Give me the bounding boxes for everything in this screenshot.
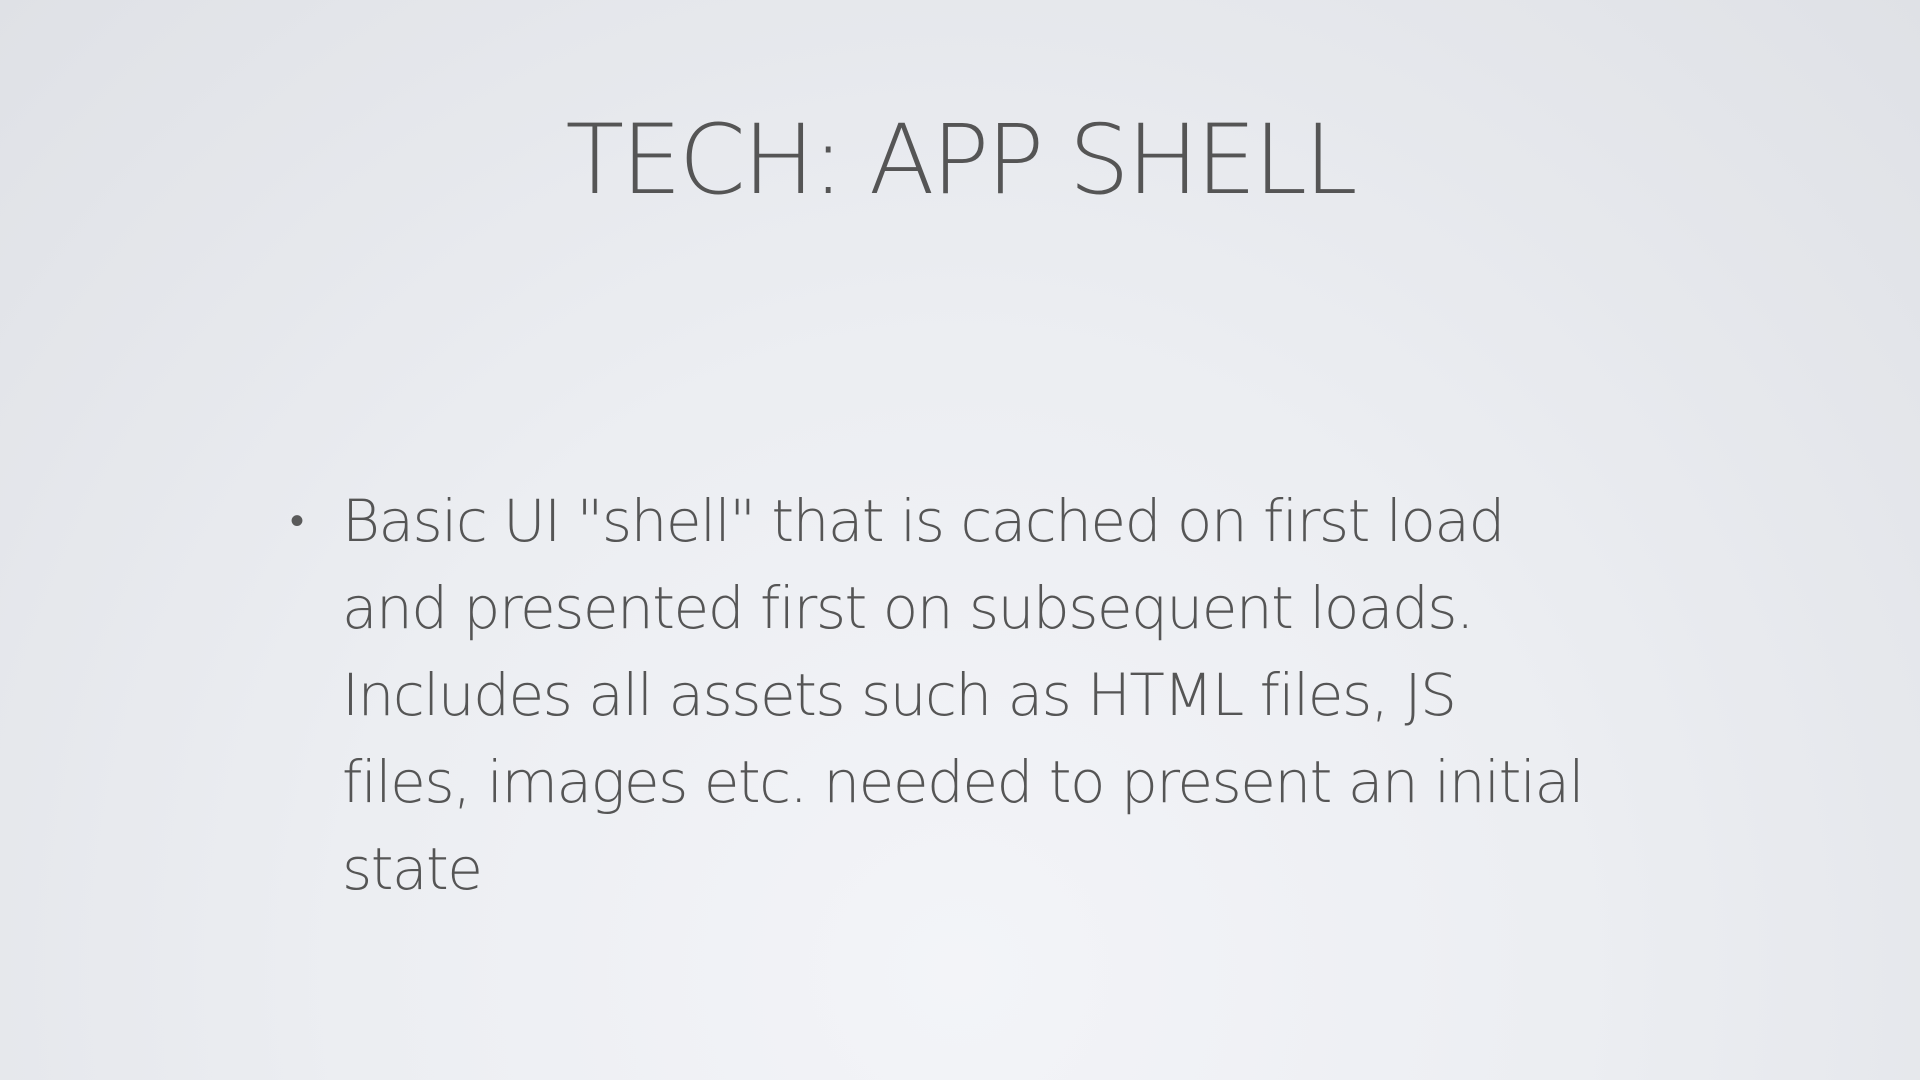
- bullet-item: • Basic UI "shell" that is cached on fir…: [280, 478, 1600, 913]
- bullet-dot-icon: •: [290, 498, 304, 544]
- slide: TECH: APP SHELL • Basic UI "shell" that …: [0, 0, 1920, 1080]
- bullet-list: • Basic UI "shell" that is cached on fir…: [280, 478, 1600, 913]
- bullet-text: Basic UI "shell" that is cached on first…: [342, 487, 1585, 903]
- slide-title: TECH: APP SHELL: [565, 104, 1357, 216]
